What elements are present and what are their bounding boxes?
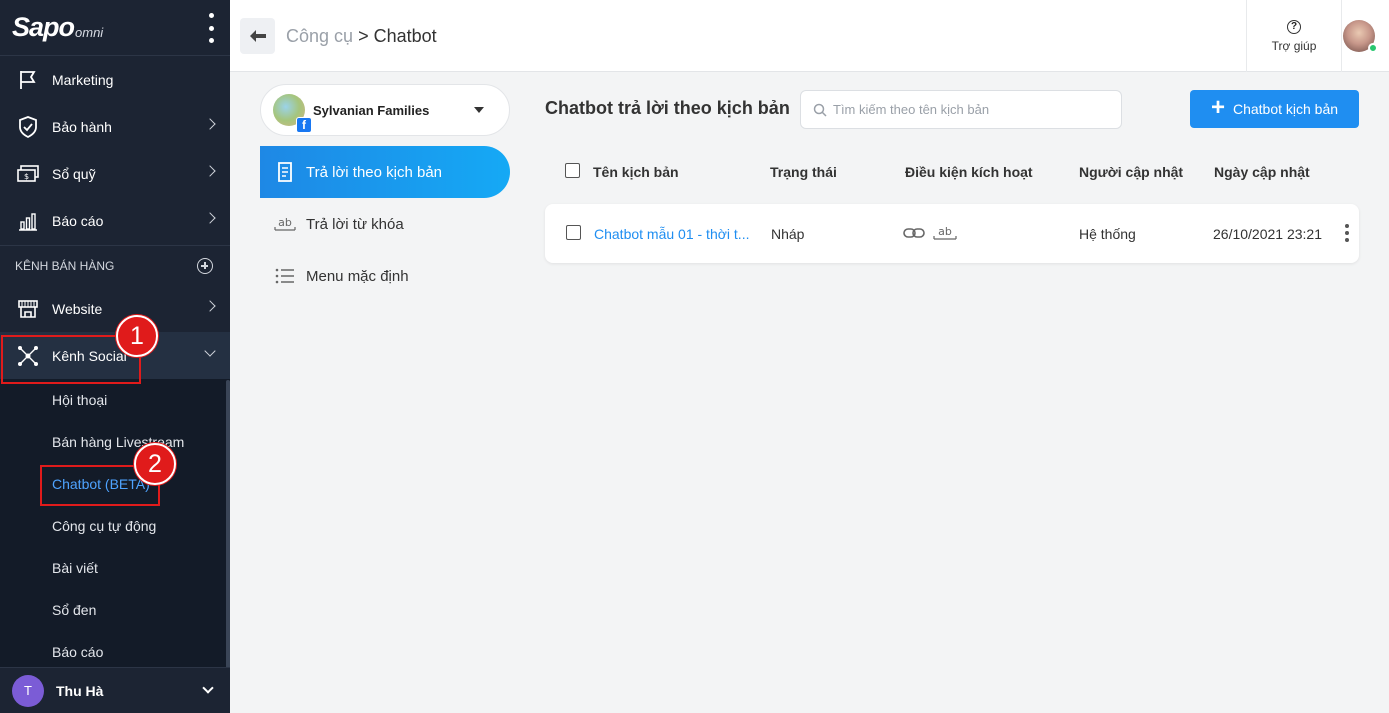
plus-icon: + <box>1210 94 1225 121</box>
logo-main-text: Sapo <box>12 12 75 42</box>
scenario-name-link[interactable]: Chatbot mẫu 01 - thời t... <box>594 226 749 242</box>
column-header-status: Trạng thái <box>770 164 837 180</box>
sidebar-item-reports[interactable]: Báo cáo <box>0 197 230 244</box>
annotation-badge-1: 1 <box>116 315 158 357</box>
table-header: Tên kịch bản Trạng thái Điều kiện kích h… <box>545 152 1359 192</box>
question-icon: ? <box>1287 19 1301 34</box>
svg-text:$: $ <box>24 172 29 181</box>
list-icon <box>274 265 296 287</box>
top-bar: Công cụ > Chatbot ? Trợ giúp <box>230 0 1389 72</box>
social-submenu: Hội thoại Bán hàng Livestream Chatbot (B… <box>0 379 230 673</box>
chevron-down-icon <box>202 682 214 694</box>
section-label: KÊNH BÁN HÀNG <box>15 258 115 273</box>
sidebar-item-cashbook[interactable]: $ Sổ quỹ <box>0 150 230 197</box>
page-title: Chatbot trả lời theo kịch bản <box>545 98 790 118</box>
more-vertical-icon[interactable] <box>207 13 215 43</box>
breadcrumb-current: Chatbot <box>373 26 437 46</box>
caret-down-icon <box>474 107 484 113</box>
shield-check-icon <box>16 115 40 139</box>
row-actions-icon[interactable] <box>1345 224 1349 242</box>
sidebar-item-label: Sổ quỹ <box>52 165 96 182</box>
page-selector[interactable]: f Sylvanian Families <box>260 84 510 136</box>
add-scenario-chatbot-button[interactable]: + Chatbot kịch bản <box>1190 90 1359 128</box>
svg-text:ab: ab <box>278 216 292 229</box>
column-header-trigger: Điều kiện kích hoạt <box>905 164 1033 180</box>
chevron-right-icon <box>204 165 216 177</box>
tab-label: Menu mặc định <box>306 267 409 285</box>
user-name: Thu Hà <box>56 682 104 699</box>
breadcrumb-parent[interactable]: Công cụ <box>286 26 353 46</box>
bar-chart-icon <box>16 209 40 233</box>
select-all-checkbox[interactable] <box>565 163 580 178</box>
column-header-updated-by: Người cập nhật <box>1079 164 1184 180</box>
back-button[interactable] <box>240 18 275 54</box>
online-status-dot <box>1368 43 1378 53</box>
sidebar-item-label: Marketing <box>52 71 114 88</box>
scenario-status: Nháp <box>771 226 805 242</box>
svg-text:ab: ab <box>938 225 952 238</box>
sidebar-subitem-livestream[interactable]: Bán hàng Livestream <box>0 421 230 463</box>
flag-icon <box>16 68 40 92</box>
annotation-badge-2: 2 <box>134 443 176 485</box>
tab-label: Trả lời theo kịch bản <box>306 163 443 181</box>
breadcrumb: Công cụ > Chatbot <box>286 26 437 47</box>
sidebar-subitem-blacklist[interactable]: Sổ đen <box>0 589 230 631</box>
chevron-right-icon <box>204 118 216 130</box>
arrow-left-icon <box>249 30 266 42</box>
search-input[interactable] <box>833 102 1113 117</box>
avatar: T <box>12 674 44 707</box>
add-channel-icon[interactable] <box>197 258 213 274</box>
help-button[interactable]: ? Trợ giúp <box>1246 0 1342 72</box>
logo-sub-text: omni <box>75 25 104 40</box>
account-avatar[interactable] <box>1343 20 1378 53</box>
cash-icon: $ <box>16 162 40 186</box>
sidebar-item-marketing[interactable]: Marketing <box>0 56 230 103</box>
sidebar-item-website[interactable]: Website <box>0 285 230 332</box>
sidebar-scrollbar[interactable] <box>226 380 230 670</box>
scenario-updated-by: Hệ thống <box>1079 226 1136 242</box>
tab-default-menu[interactable]: Menu mặc định <box>260 250 510 302</box>
help-label: Trợ giúp <box>1271 38 1317 53</box>
sidebar-item-warranty[interactable]: Bảo hành <box>0 103 230 150</box>
document-icon <box>274 161 296 183</box>
add-button-label: Chatbot kịch bản <box>1232 101 1339 117</box>
facebook-icon: f <box>296 117 312 133</box>
page-name: Sylvanian Families <box>313 102 430 118</box>
text-ab-icon: ab <box>933 225 957 244</box>
sidebar-item-label: Website <box>52 300 103 317</box>
tab-scenario-reply[interactable]: Trả lời theo kịch bản <box>260 146 510 198</box>
sidebar-subitem-conversations[interactable]: Hội thoại <box>0 379 230 421</box>
sidebar-item-label: Bảo hành <box>52 118 112 135</box>
user-menu[interactable]: T Thu Hà <box>0 667 230 713</box>
table-row[interactable]: Chatbot mẫu 01 - thời t... Nháp ab Hệ th… <box>545 204 1359 263</box>
row-checkbox[interactable] <box>566 225 581 240</box>
chevron-right-icon <box>204 212 216 224</box>
page-avatar: f <box>273 94 312 133</box>
column-header-updated-at: Ngày cập nhật <box>1214 164 1310 180</box>
link-icon <box>903 226 925 243</box>
sidebar-subitem-automation[interactable]: Công cụ tự động <box>0 505 230 547</box>
sidebar-item-label: Báo cáo <box>52 212 104 229</box>
text-ab-icon: ab <box>274 213 296 235</box>
sales-channel-section: KÊNH BÁN HÀNG <box>0 245 230 285</box>
search-icon <box>813 103 827 117</box>
tab-keyword-reply[interactable]: ab Trả lời từ khóa <box>260 198 510 250</box>
logo[interactable]: Sapo omni <box>0 0 230 56</box>
chevron-right-icon <box>204 300 216 312</box>
breadcrumb-separator: > <box>358 26 369 46</box>
tab-label: Trả lời từ khóa <box>306 215 404 233</box>
sidebar-subitem-posts[interactable]: Bài viết <box>0 547 230 589</box>
search-box[interactable] <box>800 90 1122 129</box>
column-header-name: Tên kịch bản <box>593 164 679 180</box>
scenario-updated-at: 26/10/2021 23:21 <box>1213 226 1322 242</box>
store-icon <box>16 297 40 321</box>
chevron-down-icon <box>204 345 216 357</box>
